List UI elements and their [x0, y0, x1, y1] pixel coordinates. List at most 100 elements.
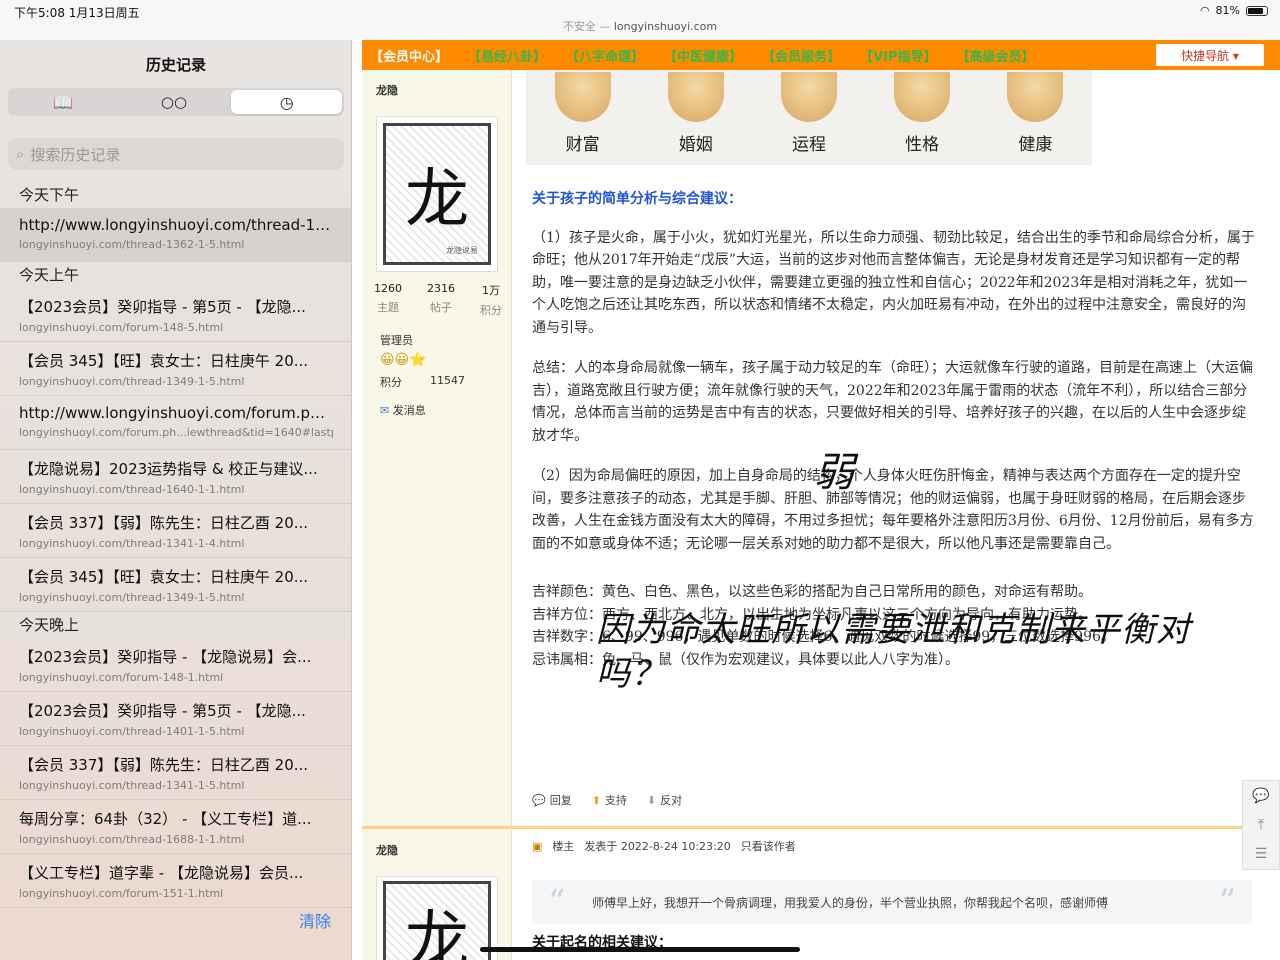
list-icon[interactable]: ☰ [1255, 846, 1268, 862]
nav-item[interactable]: 【会员服务】 [762, 46, 840, 65]
post-paragraph-3: （2）因为命局偏旺的原因，加上自身命局的结构，个人身体火旺伤肝悔金，精神与表达两… [532, 468, 1254, 552]
history-section-header: 今天上午 [0, 262, 351, 288]
history-item[interactable]: http://www.longyinshuoyi.com/thread-136.… [0, 208, 351, 262]
history-item-url: longyinshuoyi.com/thread-1341-1-5.html [19, 779, 245, 792]
category-label: 健康 [1018, 135, 1053, 155]
history-item-url: longyinshuoyi.com/thread-1401-1-5.html [19, 725, 245, 738]
category-card[interactable]: 财富 [554, 72, 611, 155]
history-item[interactable]: 【会员 345】【旺】袁女士：日柱庚午 20... longyinshuoyi.c… [0, 558, 351, 612]
reading-list-tab[interactable]: ○○ [119, 88, 230, 116]
sidebar-segmented-control: 📖 ○○ ◷ [8, 88, 344, 116]
history-sidebar: 历史记录 📖 ○○ ◷ ⌕ 搜索历史记录 今天下午 http://www.longy… [0, 40, 352, 960]
home-indicator [480, 947, 800, 952]
history-item-title: 【会员 345】【旺】袁女士：日柱庚午 20... [19, 568, 309, 586]
post-paragraph-1: （1）孩子是火命，属于小火，犹如灯光星光，所以生命力顽强、韧劲比较足，结合出生的… [532, 229, 1255, 336]
thumb-up-icon: ⬆ [591, 794, 601, 807]
stat-item[interactable]: 2316 帖子 [427, 282, 455, 318]
status-right: ◠ 81% [1200, 4, 1268, 17]
history-item[interactable]: 【龙隐说易】2023运势指导 & 校正与建议... longyinshuoyi.c… [0, 450, 351, 504]
history-tab[interactable]: ◷ [231, 90, 343, 114]
avatar-glyph-2: 龙 [405, 905, 469, 960]
rank-icons: 😀😀⭐ [380, 352, 427, 368]
category-icon [894, 72, 951, 122]
post2-meta: ▣ 楼主 发表于 2022-8-24 10:23:20 只看该作者 地板 [532, 838, 1268, 854]
history-item-url: longyinshuoyi.com/forum-148-1.html [19, 671, 224, 684]
site-nav-bar: 【会员中心】 【易经八卦】 【八字命理】 【中医健康】 【会员服务】 【VIP指导】 【高级… [362, 40, 1280, 70]
category-card[interactable]: 运程 [780, 72, 837, 155]
quote-text: 师傅早上好，我想开一个骨病调理，用我爱人的身份，半个营业执照，你帮我起个名呗，感… [592, 895, 1109, 910]
avatar-seal: 龙隐说易 [446, 245, 478, 256]
history-item[interactable]: 【会员 345】【旺】袁女士：日柱庚午 20... longyinshuoyi.c… [0, 342, 351, 396]
category-cards: 财富 婚姻 运程 性格 健康 [526, 70, 1092, 165]
history-item-title: 【会员 337】【弱】陈先生：日柱乙酉 20... [19, 514, 309, 532]
quick-nav-dropdown[interactable]: 快捷导航 ▾ [1156, 44, 1264, 66]
history-item[interactable]: 【义工专栏】道字辈 - 【龙隐说易】会员... longyinshuoyi.com… [0, 854, 351, 908]
history-section-header: 今天下午 [0, 182, 351, 208]
stat-item[interactable]: 1万 积分 [480, 282, 502, 318]
clear-history-button[interactable]: 清除 [299, 908, 331, 932]
oppose-label: 反对 [660, 794, 683, 807]
stat-value: 2316 [427, 282, 455, 295]
support-button[interactable]: ⬆ 支持 [592, 792, 627, 808]
reply-button[interactable]: 💬 回复 [532, 792, 572, 808]
nav-item[interactable]: 【会员中心】 [370, 46, 448, 65]
nav-item[interactable]: 【中医健康】 [664, 46, 742, 65]
category-card[interactable]: 健康 [1007, 72, 1064, 155]
address-bar[interactable]: 不安全 — longyinshuoyi.com [0, 18, 1280, 34]
post-content: 财富 婚姻 运程 性格 健康 关于孩子的简单分析与综合建议： （1）孩子是火命，属于小火… [512, 70, 1280, 830]
send-message-link[interactable]: ✉ 发消息 [380, 402, 426, 418]
history-item[interactable]: 【2023会员】癸卯指导 - 第5页 - 【龙隐... longyinshuoyi… [0, 288, 351, 342]
history-item[interactable]: 【会员 337】【弱】陈先生：日柱乙酉 20... longyinshuoyi.c… [0, 504, 351, 558]
history-search-input[interactable]: ⌕ 搜索历史记录 [8, 138, 344, 170]
bookmarks-tab[interactable]: 📖 [8, 88, 119, 116]
category-card[interactable]: 婚姻 [667, 72, 724, 155]
send-message-label: 发消息 [392, 404, 426, 417]
author-badge: ▣ [532, 839, 543, 853]
history-item-title: 【会员 345】【旺】袁女士：日柱庚午 20... [19, 352, 309, 370]
history-item-title: 【2023会员】癸卯指导 - 【龙隐说易】会... [19, 648, 312, 666]
category-icon [667, 72, 724, 122]
nav-item[interactable]: 【八字命理】 [566, 46, 644, 65]
nav-item[interactable]: 【VIP指导】 [860, 46, 936, 65]
handwritten-note-weak: 弱 [814, 450, 854, 496]
author-role: 管理员 [380, 334, 413, 347]
avatar[interactable]: 龙龙隐说易 [376, 116, 498, 272]
history-item-url: longyinshuoyi.com/thread-1640-1-1.html [19, 483, 245, 496]
battery-icon [1246, 5, 1268, 16]
author-score: 积分 11547 [380, 374, 465, 390]
web-content: 【会员中心】 【易经八卦】 【八字命理】 【中医健康】 【会员服务】 【VIP指导】 【高级… [352, 40, 1280, 960]
history-item[interactable]: 【2023会员】癸卯指导 - 【龙隐说易】会... longyinshuoyi.c… [0, 638, 351, 692]
battery-percent: 81% [1215, 4, 1240, 17]
history-item-title: 【2023会员】癸卯指导 - 第5页 - 【龙隐... [19, 702, 306, 720]
history-item-url: longyinshuoyi.com/forum-151-1.html [19, 887, 224, 900]
author-name[interactable]: 龙隐 [376, 82, 398, 98]
back-to-top-icon[interactable]: ⤒ [1258, 817, 1264, 833]
nav-item[interactable]: 【易经八卦】 [468, 46, 546, 65]
post-paragraph-2: 总结：人的本身命局就像一辆车，孩子属于动力较足的车（命旺）；大运就像车行驶的道路… [532, 360, 1253, 444]
support-label: 支持 [604, 794, 627, 807]
history-item-title: http://www.longyinshuoyi.com/thread-136.… [19, 216, 333, 234]
category-card[interactable]: 性格 [894, 72, 951, 155]
author-name-2[interactable]: 龙隐 [376, 842, 398, 858]
author-badge-label: 楼主 [552, 840, 575, 853]
score-value: 11547 [430, 374, 465, 387]
only-author-link[interactable]: 只看该作者 [741, 838, 796, 854]
insecure-label: 不安全 — [562, 20, 614, 33]
score-label: 积分 [380, 376, 402, 389]
history-item[interactable]: 【2023会员】癸卯指导 - 第5页 - 【龙隐... longyinshuoyi… [0, 692, 351, 746]
category-icon [780, 72, 837, 122]
wifi-icon: ◠ [1199, 4, 1210, 17]
nav-item[interactable]: 【高级会员】 [957, 46, 1035, 65]
reply-label: 回复 [549, 794, 572, 807]
oppose-button[interactable]: ⬇ 反对 [647, 792, 682, 808]
stat-item[interactable]: 1260 主题 [374, 282, 402, 318]
history-item[interactable]: http://www.longyinshuoyi.com/forum.php?.… [0, 396, 351, 450]
handwritten-note-question: 因为命太旺所以需要泄和克制来平衡对吗？ [596, 610, 1191, 694]
history-item[interactable]: 每周分享：64卦（32） - 【义工专栏】道... longyinshuoyi.c… [0, 800, 351, 854]
comment-icon[interactable]: 💬 [1252, 788, 1269, 804]
history-item[interactable]: 【会员 337】【弱】陈先生：日柱乙酉 20... longyinshuoyi.c… [0, 746, 351, 800]
category-icon [554, 72, 611, 122]
stat-label: 主题 [377, 301, 399, 314]
history-item-url: longyinshuoyi.com/thread-1362-1-5.html [19, 238, 245, 251]
history-item-title: http://www.longyinshuoyi.com/forum.php?.… [19, 404, 333, 422]
